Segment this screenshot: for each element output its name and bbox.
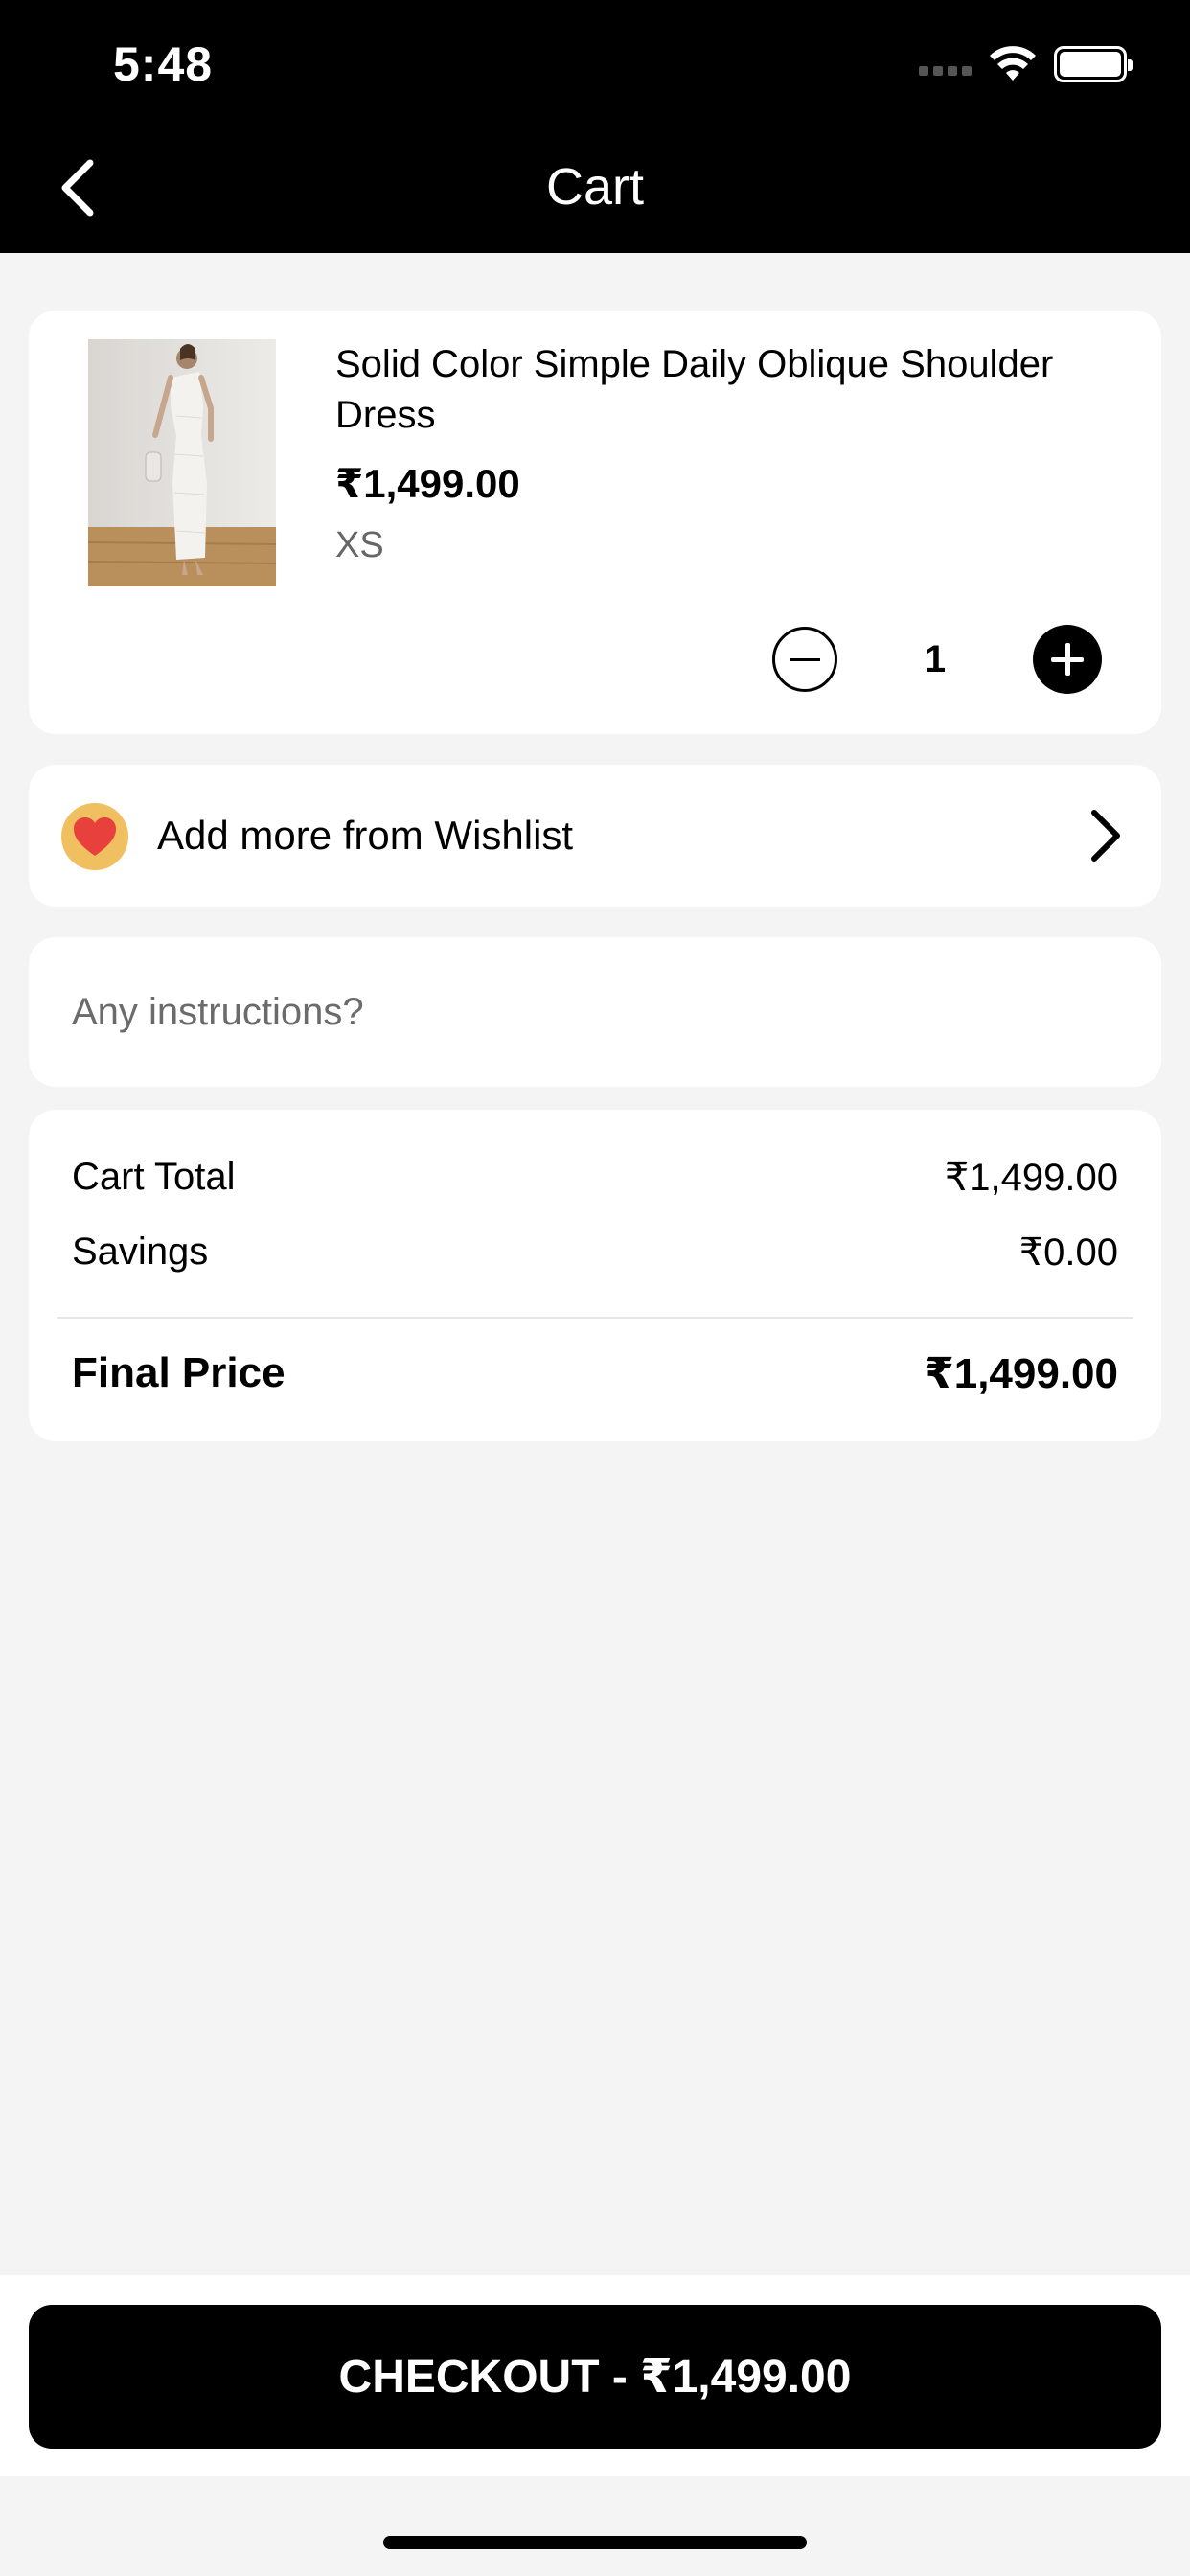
instructions-card	[29, 937, 1161, 1087]
product-price: ₹1,499.00	[335, 461, 520, 506]
cart-total-value: ₹1,499.00	[944, 1157, 1118, 1199]
cellular-signal-icon	[919, 66, 972, 76]
summary-divider	[57, 1317, 1133, 1319]
final-price-row: Final Price ₹1,499.00	[72, 1349, 1118, 1398]
price-summary-card: Cart Total ₹1,499.00 Savings ₹0.00 Final…	[29, 1110, 1161, 1441]
cart-total-row: Cart Total ₹1,499.00	[72, 1156, 1118, 1200]
product-name[interactable]: Solid Color Simple Daily Oblique Shoulde…	[335, 339, 1064, 441]
quantity-stepper: 1	[772, 625, 1102, 694]
savings-label: Savings	[72, 1230, 209, 1273]
wishlist-badge	[61, 803, 128, 870]
home-indicator	[383, 2536, 807, 2549]
bottom-safe-area	[0, 2476, 1190, 2576]
heart-icon	[74, 817, 116, 856]
chevron-right-icon	[1091, 810, 1120, 862]
wifi-icon	[990, 46, 1036, 80]
status-time: 5:48	[113, 37, 214, 91]
cart-item-card: Solid Color Simple Daily Oblique Shoulde…	[29, 310, 1161, 734]
product-size: XS	[335, 525, 384, 565]
wishlist-label: Add more from Wishlist	[157, 813, 574, 858]
quantity-value: 1	[924, 637, 947, 680]
minus-icon	[790, 657, 820, 661]
savings-value: ₹0.00	[1018, 1231, 1118, 1274]
add-from-wishlist-row[interactable]: Add more from Wishlist	[29, 765, 1161, 907]
checkout-button[interactable]: CHECKOUT - ₹1,499.00	[29, 2305, 1161, 2449]
decrease-quantity-button[interactable]	[772, 627, 837, 692]
instructions-input[interactable]	[29, 937, 1161, 1087]
cart-total-label: Cart Total	[72, 1156, 236, 1198]
final-price-label: Final Price	[72, 1349, 286, 1396]
battery-icon	[1054, 46, 1133, 82]
savings-row: Savings ₹0.00	[72, 1230, 1118, 1275]
top-bar: 5:48 Cart	[0, 0, 1190, 253]
status-icons	[919, 46, 1133, 82]
product-image[interactable]	[88, 339, 276, 586]
increase-quantity-button[interactable]	[1033, 625, 1102, 694]
final-price-value: ₹1,499.00	[925, 1350, 1118, 1397]
page-title: Cart	[545, 158, 644, 216]
